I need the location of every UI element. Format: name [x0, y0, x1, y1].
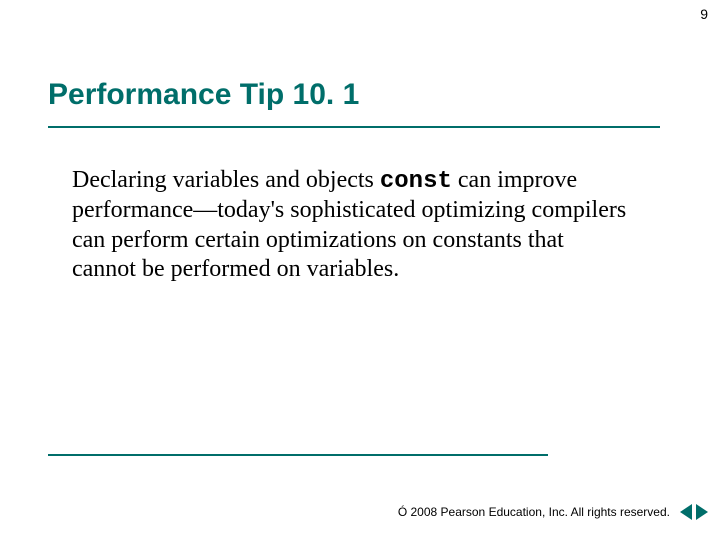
body-text: Declaring variables and objects const ca… [72, 166, 632, 284]
footer: Ó 2008 Pearson Education, Inc. All right… [398, 504, 708, 520]
nav-arrows [680, 504, 708, 520]
page-number: 9 [700, 6, 708, 22]
title-underline [48, 126, 660, 128]
copyright-symbol: Ó [398, 505, 407, 519]
copyright-body: 2008 Pearson Education, Inc. All rights … [407, 505, 670, 519]
copyright-text: Ó 2008 Pearson Education, Inc. All right… [398, 505, 670, 519]
body-pre: Declaring variables and objects [72, 167, 380, 193]
bottom-rule [48, 454, 548, 456]
slide-title: Performance Tip 10. 1 [48, 78, 359, 112]
slide: 9 Performance Tip 10. 1 Declaring variab… [0, 0, 720, 540]
next-slide-icon[interactable] [696, 504, 708, 520]
body-code: const [380, 168, 452, 195]
prev-slide-icon[interactable] [680, 504, 692, 520]
